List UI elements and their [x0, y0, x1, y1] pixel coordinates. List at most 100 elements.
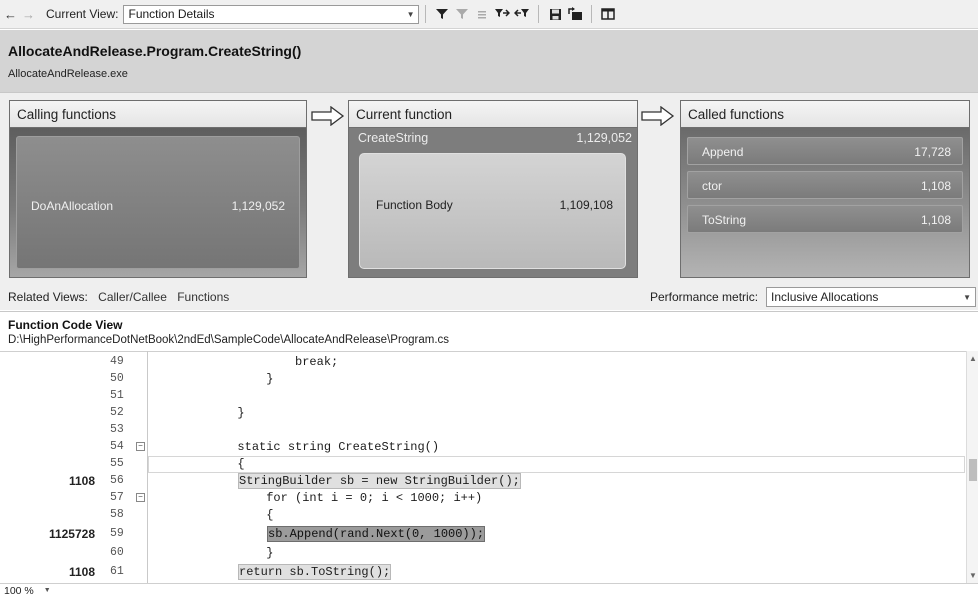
caller-value: 1,129,052 [231, 199, 285, 213]
code-text: { [151, 457, 245, 471]
called-item-ctor[interactable]: ctor 1,108 [687, 171, 963, 199]
zoom-level[interactable]: 100 % [4, 585, 34, 597]
code-text: return sb.ToString(); [238, 564, 392, 580]
caller-item[interactable]: DoAnAllocation 1,129,052 [16, 136, 300, 269]
collapse-toggle-icon[interactable]: − [136, 493, 145, 502]
code-line: 49 break; [0, 354, 966, 371]
toolbar-separator [425, 5, 427, 23]
line-number: 61 [110, 565, 124, 578]
related-views: Related Views: Caller/Callee Functions [8, 290, 236, 304]
line-number: 52 [110, 406, 124, 419]
split-view-icon[interactable] [598, 4, 618, 24]
function-title: AllocateAndRelease.Program.CreateString(… [8, 43, 302, 59]
chevron-down-icon: ▼ [963, 292, 972, 302]
related-views-label: Related Views: [8, 290, 88, 304]
code-text: { [151, 508, 274, 522]
function-details-window: ← → Current View: Function Details ▼ All… [0, 0, 978, 597]
function-body-block[interactable]: Function Body 1,109,108 [359, 153, 626, 269]
scroll-thumb[interactable] [969, 459, 977, 481]
clear-filter-icon[interactable] [452, 4, 472, 24]
current-function-body: CreateString 1,129,052 Function Body 1,1… [349, 128, 637, 277]
line-number: 53 [110, 423, 124, 436]
show-callers-icon[interactable] [492, 4, 512, 24]
called-name: ctor [702, 179, 723, 193]
code-line: 54 − static string CreateString() [0, 439, 966, 456]
performance-metric-value: Inclusive Allocations [771, 290, 879, 304]
caller-name: DoAnAllocation [31, 199, 114, 213]
code-line: 51 [0, 388, 966, 405]
line-number: 55 [110, 457, 124, 470]
functions-link[interactable]: Functions [177, 290, 229, 304]
chevron-down-icon: ▼ [406, 9, 415, 19]
vertical-scrollbar[interactable]: ▲ ▼ [966, 351, 978, 583]
line-number: 60 [110, 546, 124, 559]
line-number: 51 [110, 389, 124, 402]
code-text: } [151, 372, 274, 386]
line-number: 56 [110, 474, 124, 487]
code-text: sb.Append(rand.Next(0, 1000)); [267, 526, 486, 542]
code-editor[interactable]: 49 break; 50 } 51 52 } 53 54 − static st… [0, 351, 966, 583]
called-functions-panel: Called functions Append 17,728 ctor 1,10… [680, 100, 970, 278]
highlight-icon[interactable] [472, 4, 492, 24]
flow-arrow-icon [311, 106, 345, 126]
line-number: 49 [110, 355, 124, 368]
collapse-toggle-icon[interactable]: − [136, 442, 145, 451]
code-line: 52 } [0, 405, 966, 422]
code-text: static string CreateString() [151, 440, 440, 454]
performance-metric: Performance metric: Inclusive Allocation… [650, 287, 977, 307]
line-metric: 1125728 [48, 527, 95, 541]
current-view-label: Current View: [46, 7, 119, 21]
code-text: for (int i = 0; i < 1000; i++) [151, 491, 483, 505]
current-function-panel: Current function CreateString 1,129,052 … [348, 100, 638, 278]
current-view-value: Function Details [128, 7, 215, 21]
line-number: 57 [110, 491, 124, 504]
called-functions-body: Append 17,728 ctor 1,108 ToString 1,108 [681, 128, 969, 277]
performance-metric-dropdown[interactable]: Inclusive Allocations ▼ [766, 287, 977, 307]
allocation-highlight: StringBuilder sb = new StringBuilder(); [238, 473, 521, 489]
called-name: Append [702, 145, 744, 159]
current-function-title: Current function [349, 101, 637, 128]
called-item-append[interactable]: Append 17,728 [687, 137, 963, 165]
toolbar: ← → Current View: Function Details ▼ [0, 0, 978, 29]
called-value: 17,728 [914, 145, 951, 159]
back-arrow-icon[interactable]: ← [3, 7, 18, 22]
flow-arrow-icon [641, 106, 675, 126]
hot-allocation-highlight: sb.Append(rand.Next(0, 1000)); [267, 526, 486, 542]
called-item-tostring[interactable]: ToString 1,108 [687, 205, 963, 233]
scroll-up-icon[interactable]: ▲ [969, 354, 977, 363]
toolbar-separator [538, 5, 540, 23]
scroll-down-icon[interactable]: ▼ [969, 571, 977, 580]
code-line: 1108 61 return sb.ToString(); [0, 564, 966, 581]
chevron-down-icon[interactable]: ▼ [44, 587, 51, 594]
code-line: 58 { [0, 507, 966, 524]
caller-callee-link[interactable]: Caller/Callee [98, 290, 167, 304]
code-line: 57 − for (int i = 0; i < 1000; i++) [0, 490, 966, 507]
line-number: 50 [110, 372, 124, 385]
code-line: 53 [0, 422, 966, 439]
current-view-dropdown[interactable]: Function Details ▼ [123, 4, 420, 24]
code-text: } [151, 546, 274, 560]
toolbar-separator [591, 5, 593, 23]
code-line: 60 } [0, 545, 966, 562]
filter-icon[interactable] [432, 4, 452, 24]
code-text: } [151, 406, 245, 420]
forward-arrow-icon[interactable]: → [21, 7, 36, 22]
code-text: break; [151, 355, 339, 369]
line-number: 59 [110, 527, 124, 540]
call-graph-area: Calling functions DoAnAllocation 1,129,0… [0, 92, 978, 310]
line-number: 54 [110, 440, 124, 453]
line-metric: 1108 [68, 474, 95, 488]
allocation-highlight: return sb.ToString(); [238, 564, 392, 580]
called-value: 1,108 [920, 179, 951, 193]
function-header: AllocateAndRelease.Program.CreateString(… [0, 30, 978, 92]
show-callees-icon[interactable] [512, 4, 532, 24]
calling-functions-body: DoAnAllocation 1,129,052 [10, 128, 306, 277]
calling-functions-panel: Calling functions DoAnAllocation 1,129,0… [9, 100, 307, 278]
gutter-divider [147, 351, 148, 583]
called-name: ToString [702, 213, 747, 227]
export-icon[interactable] [565, 4, 585, 24]
code-view-title: Function Code View [8, 318, 123, 332]
current-function-name[interactable]: CreateString [358, 131, 428, 145]
code-text: StringBuilder sb = new StringBuilder(); [238, 473, 521, 489]
save-icon[interactable] [545, 4, 565, 24]
